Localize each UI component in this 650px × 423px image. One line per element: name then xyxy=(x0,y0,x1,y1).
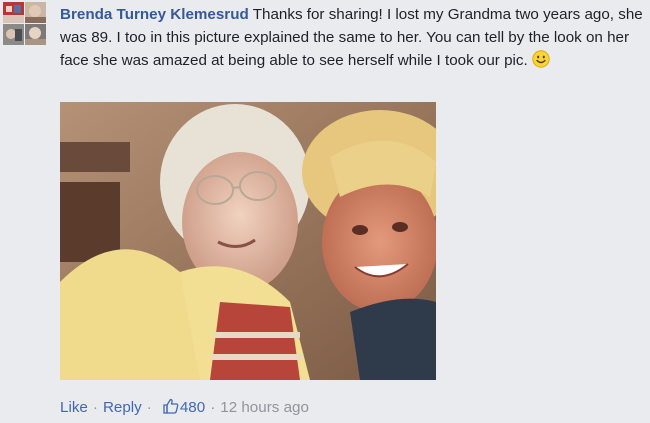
comment-actions: Like · Reply · 480 · 12 hours ago xyxy=(60,397,309,416)
avatar-tile xyxy=(3,24,24,45)
avatar-tile xyxy=(25,24,46,45)
comment-timestamp[interactable]: 12 hours ago xyxy=(220,399,309,416)
like-count[interactable]: 480 xyxy=(180,399,205,416)
comment-body: Brenda Turney Klemesrud Thanks for shari… xyxy=(60,3,646,72)
comment-photo[interactable] xyxy=(60,102,436,380)
avatar-tile xyxy=(3,2,24,23)
reply-link[interactable]: Reply xyxy=(103,399,142,416)
avatar-tile xyxy=(25,2,46,23)
separator: · xyxy=(146,399,152,416)
smiley-emoji-icon xyxy=(532,50,550,68)
thumbs-up-icon[interactable] xyxy=(162,397,180,415)
separator: · xyxy=(92,399,98,416)
like-link[interactable]: Like xyxy=(60,399,88,416)
comment: Brenda Turney Klemesrud Thanks for shari… xyxy=(0,0,650,423)
comment-author-link[interactable]: Brenda Turney Klemesrud xyxy=(60,6,249,23)
separator: · xyxy=(210,399,216,416)
avatar[interactable] xyxy=(3,2,47,46)
